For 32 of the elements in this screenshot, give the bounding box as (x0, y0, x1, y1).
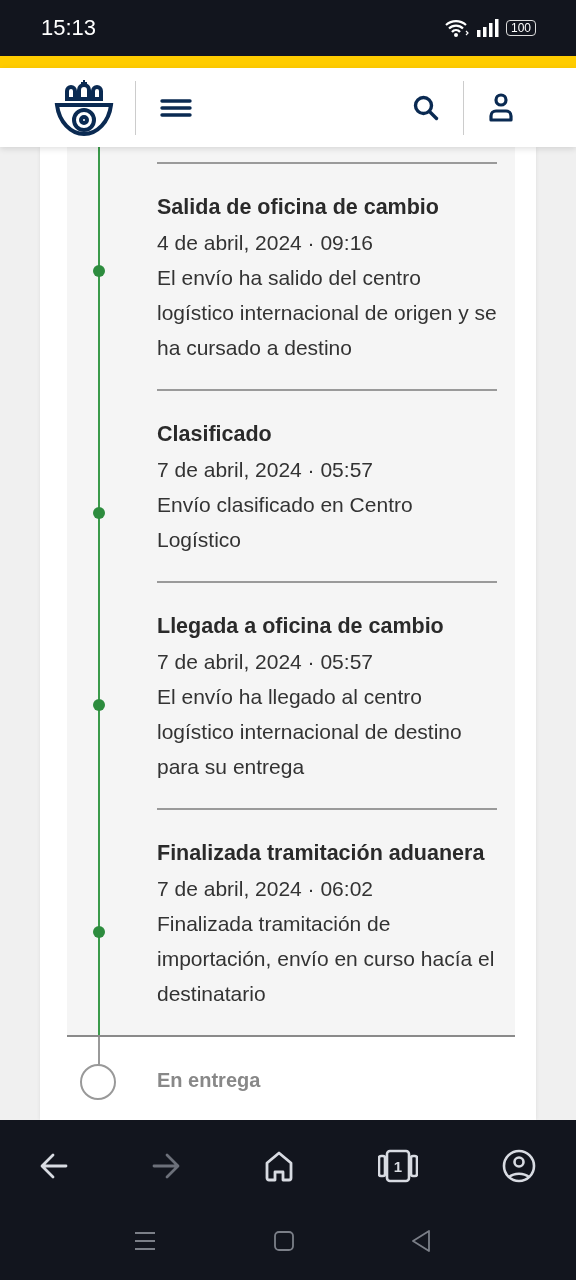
home-icon (264, 1150, 294, 1182)
event-date: 7 de abril, 2024 · 05:57 (157, 457, 374, 483)
logo-icon (53, 77, 115, 138)
event-date: 7 de abril, 2024 · 05:57 (157, 649, 374, 675)
signal-icon (475, 19, 500, 37)
event-title: Finalizada tramitación aduanera (157, 840, 486, 867)
back-icon (40, 1153, 68, 1179)
forward-button[interactable] (152, 1153, 180, 1179)
back-icon[interactable] (411, 1230, 431, 1252)
step-title: En entrega (157, 1068, 261, 1093)
home-button[interactable] (264, 1150, 294, 1182)
wifi-icon (443, 18, 470, 38)
event-description: El envío ha salido del centro logístico internacional de origen y se ha cursado a destino (157, 265, 497, 361)
profile-icon (502, 1149, 536, 1183)
event-date: 4 de abril, 2024 · 09:16 (157, 230, 374, 256)
menu-icon[interactable] (134, 1230, 156, 1252)
event-description: El envío ha llegado al centro logístico internacional de destino para su entrega (157, 684, 463, 780)
search-icon (413, 94, 439, 121)
home-icon[interactable] (273, 1231, 294, 1251)
event-title: Llegada a oficina de cambio (157, 613, 445, 640)
profile-button[interactable] (502, 1149, 536, 1183)
event-date: 7 de abril, 2024 · 06:02 (157, 876, 374, 902)
event-title: Salida de oficina de cambio (157, 194, 440, 221)
event-title: Clasificado (157, 421, 273, 448)
event-description: Envío clasificado en Centro Logístico (157, 492, 414, 553)
user-icon (488, 92, 514, 123)
back-button[interactable] (40, 1153, 68, 1179)
status-time: 15:13 (41, 15, 97, 41)
forward-icon (152, 1153, 180, 1179)
battery-indicator: 100 (505, 20, 536, 36)
menu-icon (160, 97, 192, 118)
event-description: Finalizada tramitación de importación, envío en curso hacía el destinatario (157, 911, 496, 1007)
